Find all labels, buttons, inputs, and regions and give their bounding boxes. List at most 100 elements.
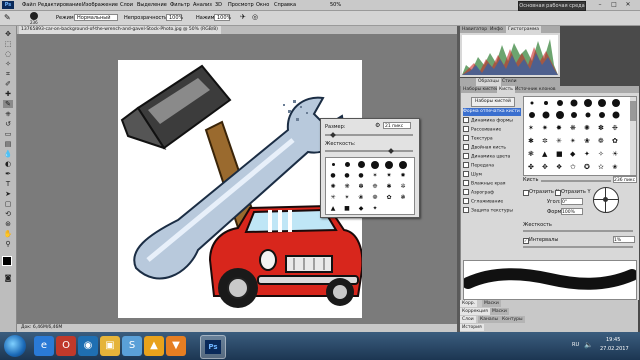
brush-tip-grid[interactable]: ● ● ● ✶ ✷ ✸ ✺ ❋ ✽ ❉ ✱ ✲ ✳ ✴ ❀ ❁ ✿ ❃ ▲ ■ … [325, 157, 415, 215]
workspace-switcher[interactable]: Основная рабочая среда [518, 1, 586, 11]
marquee-tool-icon[interactable]: ⬚ [3, 40, 13, 48]
brush-tip[interactable]: ❋ [342, 182, 352, 191]
clock-date[interactable]: 27.02.2017 [600, 346, 629, 352]
brush-tool-icon[interactable]: ✎ [3, 100, 13, 108]
menu-file[interactable]: Файл [22, 2, 36, 8]
foreground-color-swatch[interactable] [2, 256, 12, 266]
language-indicator[interactable]: RU [572, 342, 579, 348]
tab-info[interactable]: Инфо [488, 26, 505, 33]
clock-time[interactable]: 19:45 [606, 337, 620, 343]
brush-tip[interactable]: ■ [342, 204, 352, 213]
brush-tip[interactable]: ✳ [328, 193, 338, 202]
menu-window[interactable]: Окно [256, 2, 269, 8]
menu-image[interactable]: Изображение [82, 2, 118, 8]
tab-brush-presets[interactable]: Наборы кистей [461, 86, 501, 93]
tab-masks-short[interactable]: Маски [482, 300, 501, 307]
hardness-slider[interactable] [523, 230, 633, 232]
tab-histogram[interactable]: Гистограмма [506, 26, 542, 33]
3d-camera-tool-icon[interactable]: ⊛ [3, 220, 13, 228]
folder-icon[interactable]: ▣ [100, 336, 120, 356]
tab-adjustments[interactable]: Коррекция [460, 308, 490, 315]
brush-option-wet-edges[interactable]: Влажные края [463, 180, 521, 188]
brush-tip[interactable]: ▲ [328, 204, 338, 213]
tab-paths[interactable]: Контуры [500, 316, 525, 323]
brush-tip-list[interactable]: ✶ ✷ ✸ ❋ ✺ ✽ ❉ ✱ ✲ ✳ ✴ ❀ ❁ ✿ ❃ ▲ ■ ◆ ✦ ✧ ☀ ✤ ✥ ❖ ✩ ✪ ✫ ✬ [523, 96, 637, 176]
brush-option-dual-brush[interactable]: Двойная кисть [463, 144, 521, 152]
tab-channels[interactable]: Каналы [478, 316, 501, 323]
brush-tool-icon[interactable]: ✎ [4, 13, 11, 22]
eraser-tool-icon[interactable]: ▭ [3, 130, 13, 138]
tab-history[interactable]: История [460, 324, 484, 331]
tab-navigator[interactable]: Навигатор [460, 26, 489, 33]
brush-tip[interactable]: ✲ [398, 182, 408, 191]
history-brush-tool-icon[interactable]: ↺ [3, 120, 13, 128]
photoshop-taskbar-button[interactable]: Ps [200, 335, 226, 359]
popup-size-slider[interactable] [325, 134, 413, 136]
pen-tool-icon[interactable]: ✒ [3, 170, 13, 178]
opacity-input[interactable]: 100% [166, 14, 183, 21]
menu-edit[interactable]: Редактирование [38, 2, 82, 8]
hand-tool-icon[interactable]: ✋ [3, 230, 13, 238]
skype-icon[interactable]: S [122, 336, 142, 356]
brush-angle-roundness-widget[interactable] [593, 187, 619, 213]
internet-explorer-icon[interactable]: e [34, 336, 54, 356]
brush-option-airbrush[interactable]: Аэрограф [463, 189, 521, 197]
healing-tool-icon[interactable]: ✚ [3, 90, 13, 98]
tab-clone-source[interactable]: Источник клонов [513, 86, 558, 93]
maximize-button[interactable]: □ [608, 1, 620, 9]
quick-mask-icon[interactable]: ◙ [3, 274, 13, 282]
document-tab[interactable]: 13765893-car-on-background-of-the-wrench… [19, 26, 221, 34]
angle-input[interactable]: 0° [561, 198, 583, 205]
menu-help[interactable]: Справка [274, 2, 296, 8]
start-button[interactable] [4, 335, 26, 357]
brush-tip[interactable]: ❃ [398, 193, 408, 202]
clone-stamp-tool-icon[interactable]: ⎈ [3, 110, 13, 118]
tab-swatches[interactable]: Образцы [476, 78, 501, 86]
brush-option-noise[interactable]: Шум [463, 171, 521, 179]
brush-tip[interactable]: ✱ [384, 182, 394, 191]
minimize-button[interactable]: – [594, 1, 606, 9]
brush-tip[interactable]: ● [328, 171, 338, 180]
vlc-icon[interactable]: ▼ [166, 336, 186, 356]
brush-option-shape-dynamics[interactable]: Динамика формы [463, 117, 521, 125]
brush-tip[interactable] [384, 160, 394, 169]
3d-rotate-tool-icon[interactable]: ⟲ [3, 210, 13, 218]
popup-hardness-slider[interactable] [325, 150, 413, 152]
brush-option-protect-texture[interactable]: Защита текстуры [463, 207, 521, 215]
type-tool-icon[interactable]: T [3, 180, 13, 188]
brush-tip[interactable]: ❉ [370, 182, 380, 191]
zoom-level[interactable]: 50% [330, 2, 341, 8]
brush-tip[interactable] [370, 160, 380, 169]
brush-option-color-dynamics[interactable]: Динамика цвета [463, 153, 521, 161]
brush-tip[interactable]: ✷ [384, 171, 394, 180]
gradient-tool-icon[interactable]: ▤ [3, 140, 13, 148]
brush-tip[interactable]: ✽ [356, 182, 366, 191]
brush-tip[interactable] [342, 160, 352, 169]
brush-tip[interactable]: ✺ [328, 182, 338, 191]
brush-tip[interactable]: ❁ [370, 193, 380, 202]
browser-icon[interactable]: ◉ [78, 336, 98, 356]
menu-3d[interactable]: 3D [215, 2, 222, 8]
brush-tip[interactable]: ● [356, 171, 366, 180]
menu-view[interactable]: Просмотр [228, 2, 254, 8]
close-button[interactable]: ✕ [622, 1, 634, 9]
lasso-tool-icon[interactable]: ◌ [3, 50, 13, 58]
photoshop-logo[interactable]: Ps [2, 1, 14, 9]
airbrush-icon[interactable]: ✈ [240, 13, 246, 21]
brush-tip[interactable]: ● [342, 171, 352, 180]
brush-preset-icon[interactable] [30, 12, 38, 20]
blur-tool-icon[interactable]: 💧 [3, 150, 13, 158]
brush-tip[interactable]: ✴ [342, 193, 352, 202]
brush-tip[interactable] [356, 160, 366, 169]
spacing-slider[interactable] [523, 246, 633, 248]
quick-select-tool-icon[interactable]: ✧ [3, 60, 13, 68]
brush-tip[interactable] [328, 160, 338, 169]
shape-tool-icon[interactable]: ▢ [3, 200, 13, 208]
brush-option-texture[interactable]: Текстура [463, 135, 521, 143]
brush-option-transfer[interactable]: Передача [463, 162, 521, 170]
roundness-input[interactable]: 100% [561, 208, 583, 215]
brush-size-slider[interactable] [541, 180, 611, 182]
spacing-input[interactable]: 1% [613, 236, 635, 243]
brush-size-input[interactable]: 236 пикс [613, 176, 637, 183]
opera-icon[interactable]: O [56, 336, 76, 356]
